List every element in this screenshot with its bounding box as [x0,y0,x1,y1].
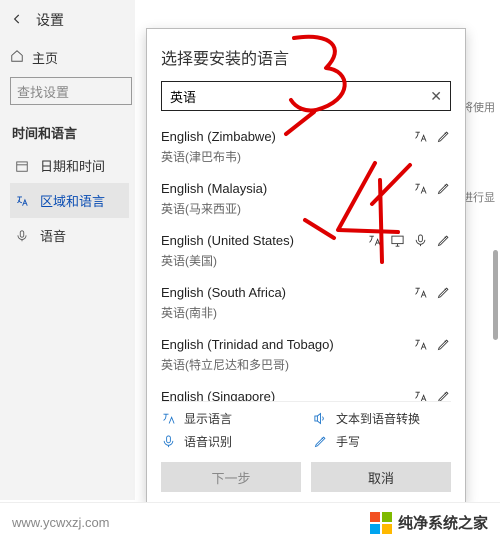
sidebar-item-datetime[interactable]: 日期和时间 [10,148,129,183]
sidebar-item-speech[interactable]: 语音 [10,218,129,253]
legend-display: 显示语言 [161,410,299,427]
aa-icon [367,233,382,248]
language-name-en: English (Zimbabwe) [161,129,413,144]
app-title: 设置 [36,10,64,30]
aa-icon [413,181,428,196]
home-icon [10,49,24,66]
language-feature-icons [413,181,451,196]
legend-tts: 文本到语音转换 [313,410,451,427]
language-icon [14,194,30,208]
aa-icon [413,389,428,401]
dialog-scrollbar[interactable] [493,250,498,340]
language-name-zh: 英语(马来西亚) [161,200,451,217]
add-language-dialog: 选择要安装的语言 ✕ English (Zimbabwe)英语(津巴布韦)Eng… [146,28,466,503]
hw-icon [436,337,451,352]
language-search-input[interactable] [170,89,430,104]
legend-handwriting: 手写 [313,433,451,450]
display-icon [161,411,176,426]
settings-header: 设置 [10,10,129,30]
language-name-en: English (Singapore) [161,389,413,401]
footer-brand: 纯净系统之家 [370,512,488,534]
language-feature-icons [413,285,451,300]
footer-brand-text: 纯净系统之家 [398,512,488,533]
sidebar-item-label: 区域和语言 [40,191,105,210]
aa-icon [413,285,428,300]
microphone-icon [14,229,30,243]
language-feature-icons [367,233,451,248]
speech-icon [161,434,176,449]
aa-icon [413,129,428,144]
dialog-buttons: 下一步 取消 [161,462,451,492]
language-feature-icons [413,337,451,352]
language-search-box[interactable]: ✕ [161,81,451,111]
clear-search-icon[interactable]: ✕ [430,88,442,105]
language-name-zh: 英语(美国) [161,252,451,269]
tts-icon [313,411,328,426]
watermark-footer: www.ycwxzj.com 纯净系统之家 [0,502,500,542]
sidebar-item-label: 语音 [40,226,66,245]
language-feature-icons [413,129,451,144]
cancel-button[interactable]: 取消 [311,462,451,492]
back-arrow-icon[interactable] [10,12,24,29]
language-list: English (Zimbabwe) 英语(津巴布韦) English (Malay… [161,121,451,401]
language-item[interactable]: English (Trinidad and Tobago) 英语(特立尼达和多巴哥… [161,329,451,381]
language-name-zh: 英语(特立尼达和多巴哥) [161,356,451,373]
handwriting-icon [313,434,328,449]
disp-icon [390,233,405,248]
language-item[interactable]: English (Zimbabwe) 英语(津巴布韦) [161,121,451,173]
section-title: 时间和语言 [12,123,129,142]
settings-search-input[interactable]: 查找设置 [10,77,132,105]
language-name-zh: 英语(津巴布韦) [161,148,451,165]
language-item[interactable]: English (Malaysia) 英语(马来西亚) [161,173,451,225]
language-item[interactable]: English (Singapore)英语(新加坡) [161,381,451,401]
hw-icon [436,233,451,248]
footer-url: www.ycwxzj.com [12,515,110,530]
home-row[interactable]: 主页 [10,48,129,67]
language-feature-icons [413,389,451,401]
language-name-en: English (United States) [161,233,367,248]
language-name-en: English (South Africa) [161,285,413,300]
language-name-en: English (Malaysia) [161,181,413,196]
dialog-title: 选择要安装的语言 [161,45,451,69]
hw-icon [436,181,451,196]
features-legend: 显示语言 文本到语音转换 语音识别 手写 [161,401,451,456]
language-item[interactable]: English (South Africa) 英语(南非) [161,277,451,329]
search-placeholder: 查找设置 [17,82,69,101]
mic-icon [413,233,428,248]
language-item[interactable]: English (United States) 英语(美国) [161,225,451,277]
home-label: 主页 [32,48,58,67]
hw-icon [436,285,451,300]
logo-icon [370,512,392,534]
settings-left-panel: 设置 主页 查找设置 时间和语言 日期和时间 区域和语言 语音 [0,0,135,500]
aa-icon [413,337,428,352]
sidebar-item-label: 日期和时间 [40,156,105,175]
calendar-icon [14,159,30,173]
sidebar-item-region-language[interactable]: 区域和语言 [10,183,129,218]
hw-icon [436,389,451,401]
language-name-en: English (Trinidad and Tobago) [161,337,413,352]
hw-icon [436,129,451,144]
legend-speech: 语音识别 [161,433,299,450]
language-name-zh: 英语(南非) [161,304,451,321]
next-button[interactable]: 下一步 [161,462,301,492]
